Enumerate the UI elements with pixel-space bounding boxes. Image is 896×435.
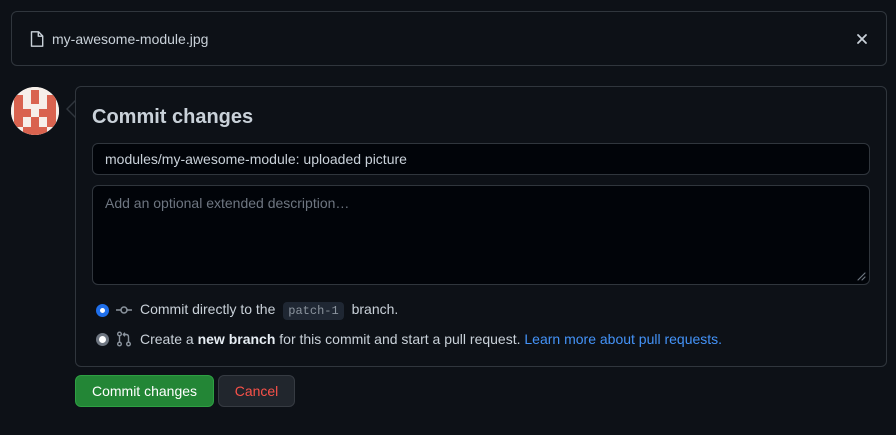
commit-direct-suffix: branch. (351, 301, 399, 317)
selected-file-bar: my-awesome-module.jpg (11, 11, 887, 66)
commit-direct-radio[interactable] (96, 303, 109, 317)
commit-form: Commit changes Commit directly to the pa… (75, 86, 887, 367)
new-branch-suffix: for this commit and start a pull request… (279, 331, 521, 347)
file-icon (30, 31, 44, 47)
commit-changes-button[interactable]: Commit changes (75, 375, 214, 407)
commit-summary-input[interactable] (92, 143, 870, 175)
close-icon[interactable] (854, 30, 870, 48)
new-branch-label: Create a new branch for this commit and … (140, 329, 722, 349)
avatar[interactable] (11, 87, 59, 135)
branch-name: patch-1 (283, 302, 344, 320)
git-pull-request-icon (117, 331, 131, 347)
new-branch-bold: new branch (197, 331, 276, 347)
resize-grip-icon[interactable] (856, 271, 866, 281)
cancel-button[interactable]: Cancel (218, 375, 295, 407)
new-branch-option[interactable]: Create a new branch for this commit and … (96, 329, 722, 349)
new-branch-radio[interactable] (96, 332, 109, 346)
commit-title: Commit changes (92, 106, 254, 128)
new-branch-prefix: Create a (140, 331, 194, 347)
avatar-identicon (11, 87, 59, 135)
git-commit-icon (116, 306, 132, 314)
file-name: my-awesome-module.jpg (52, 31, 209, 47)
learn-more-link[interactable]: Learn more about pull requests. (524, 331, 722, 347)
commit-description-input[interactable] (92, 185, 870, 285)
commit-direct-option[interactable]: Commit directly to the patch-1 branch. (96, 300, 398, 320)
commit-direct-label: Commit directly to the patch-1 branch. (140, 299, 398, 321)
commit-direct-prefix: Commit directly to the (140, 301, 276, 317)
